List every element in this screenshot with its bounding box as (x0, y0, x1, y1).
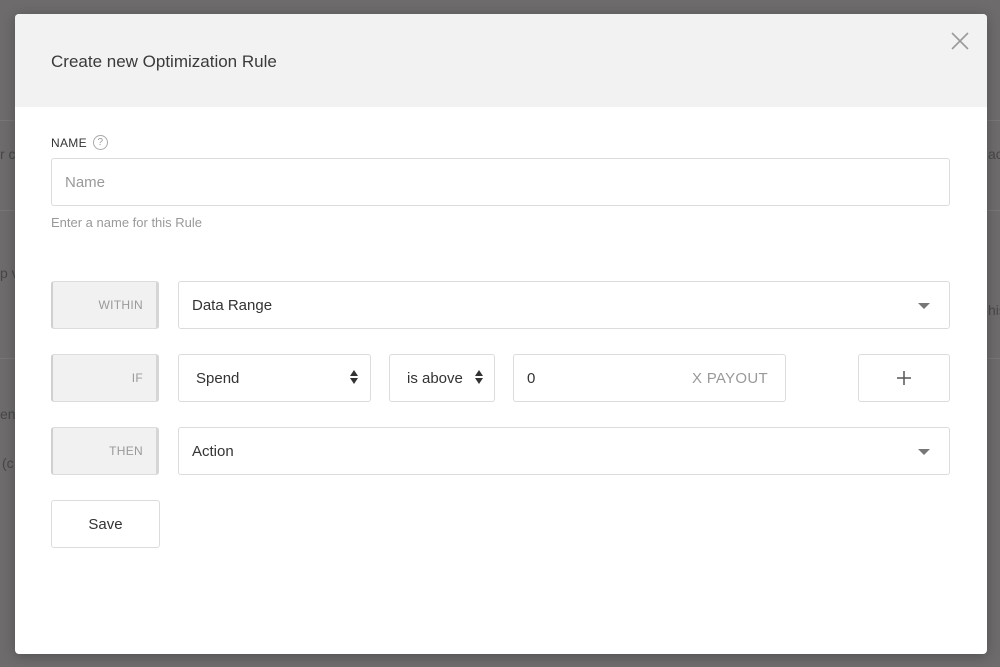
metric-select-value: Spend (196, 369, 240, 387)
then-tag: THEN (51, 427, 159, 475)
action-select[interactable]: Action (178, 427, 950, 475)
sort-arrows-icon (475, 370, 483, 384)
create-rule-dialog: Create new Optimization Rule NAME ? Ente… (15, 14, 987, 654)
name-label-text: NAME (51, 135, 87, 150)
data-range-select-value: Data Range (192, 296, 273, 314)
threshold-value: 0 (527, 370, 536, 387)
name-hint: Enter a name for this Rule (51, 215, 203, 230)
save-button[interactable]: Save (51, 500, 160, 548)
sort-arrows-icon (350, 370, 358, 384)
chevron-down-icon (918, 449, 930, 455)
background-text: en (0, 406, 16, 422)
threshold-input[interactable]: 0 X PAYOUT (513, 354, 786, 402)
within-tag: WITHIN (51, 281, 159, 329)
plus-icon (897, 371, 911, 385)
add-condition-button[interactable] (858, 354, 950, 402)
background-text: ach (988, 146, 1000, 162)
background-text: (c (2, 455, 14, 471)
metric-select[interactable]: Spend (178, 354, 371, 402)
dialog-header: Create new Optimization Rule (15, 14, 987, 107)
dialog-title: Create new Optimization Rule (51, 52, 277, 71)
background-text: his (988, 302, 1000, 318)
operator-select-value: is above (407, 369, 463, 387)
name-field-label: NAME ? (51, 135, 108, 150)
operator-select[interactable]: is above (389, 354, 495, 402)
if-tag: IF (51, 354, 159, 402)
data-range-select[interactable]: Data Range (178, 281, 950, 329)
help-icon[interactable]: ? (92, 135, 108, 150)
action-select-value: Action (192, 442, 234, 460)
close-icon[interactable] (951, 32, 969, 50)
background-text: r c (0, 146, 16, 162)
threshold-unit: X PAYOUT (691, 370, 768, 387)
name-input[interactable] (51, 158, 950, 206)
chevron-down-icon (918, 303, 930, 309)
